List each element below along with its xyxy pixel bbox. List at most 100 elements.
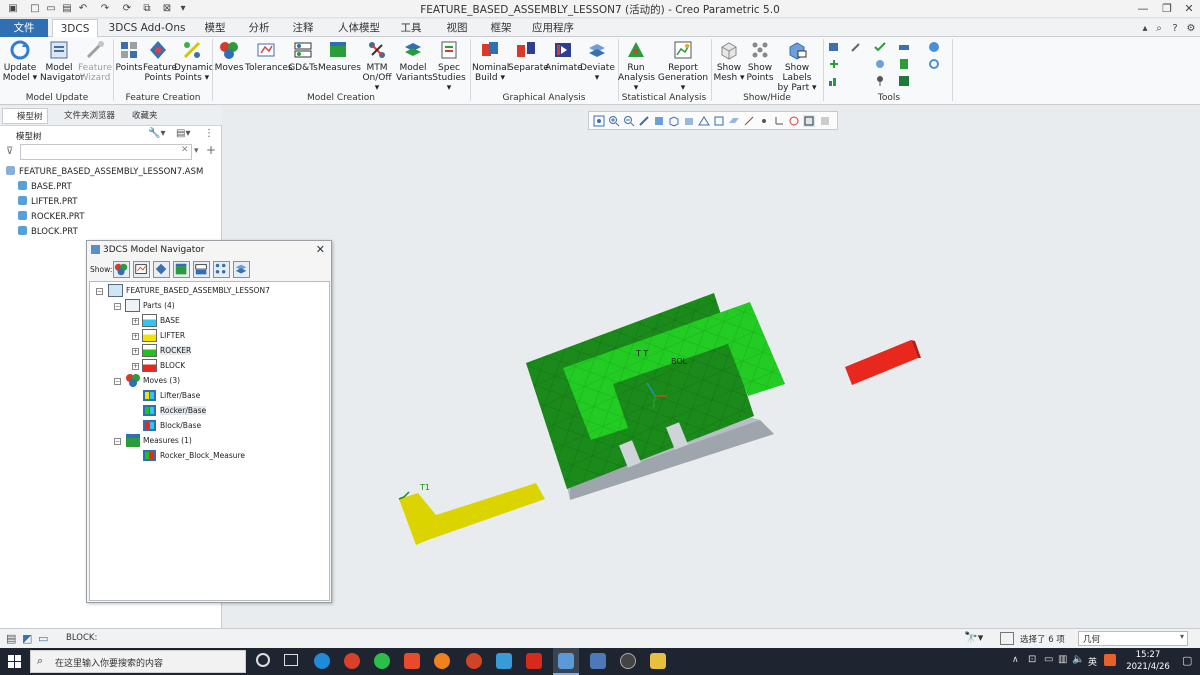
tab-folder-browser[interactable]: 文件夹浏览器 [50, 108, 116, 124]
edge-icon[interactable] [314, 653, 330, 669]
feature-points-button[interactable]: Feature Points [143, 39, 177, 83]
task-view-icon[interactable] [284, 654, 298, 666]
expand-part-toggle[interactable]: + [132, 333, 139, 340]
measures-group-label[interactable]: Measures (1) [143, 436, 192, 445]
remote-desktop-icon[interactable] [590, 653, 606, 669]
restore-button[interactable]: ❐ [1156, 1, 1178, 17]
plane-display-icon[interactable] [728, 115, 740, 127]
close-button[interactable]: ✕ [1178, 1, 1200, 17]
filter-icon[interactable]: ⊽ [6, 146, 13, 157]
cortana-icon[interactable] [256, 653, 270, 667]
tab-tools[interactable]: 工具 [394, 19, 428, 37]
tray-app-icon[interactable]: ⊡ [1028, 654, 1036, 665]
clock-date[interactable]: 2021/4/26 [1122, 662, 1174, 672]
report-generation-button[interactable]: Report Generation ▾ [657, 39, 709, 93]
tree-search-input[interactable] [20, 144, 192, 160]
tab-applications[interactable]: 应用程序 [528, 19, 578, 37]
expand-root-toggle[interactable]: − [96, 288, 103, 295]
tool-check-icon[interactable] [874, 41, 886, 53]
dynamic-points-button[interactable]: Dynamic Points ▾ [174, 39, 214, 83]
fullscreen-icon[interactable]: ▭ [38, 632, 48, 645]
tree-assembly-root[interactable]: FEATURE_BASED_ASSEMBLY_LESSON7.ASM [6, 166, 203, 177]
taskbar-search-box[interactable]: ⌕ 在这里输入你要搜索的内容 [30, 650, 246, 673]
part-node-lifter[interactable]: LIFTER [160, 331, 185, 340]
creo-icon[interactable] [558, 653, 574, 669]
tree-columns-icon[interactable]: ▤▾ [176, 128, 190, 139]
clear-search-icon[interactable]: ✕ [181, 145, 189, 155]
nominal-build-button[interactable]: Nominal Build ▾ [472, 39, 509, 83]
expand-parts-toggle[interactable]: − [114, 303, 121, 310]
csys-display-icon[interactable] [773, 115, 785, 127]
root-node-label[interactable]: FEATURE_BASED_ASSEMBLY_LESSON7 [126, 286, 270, 295]
show-points-filter-icon[interactable] [153, 261, 170, 278]
update-model-button[interactable]: Update Model ▾ [2, 39, 38, 83]
model-variants-button[interactable]: Model Variants [396, 39, 433, 83]
show-tolerances-filter-icon[interactable] [133, 261, 150, 278]
zoom-out-icon[interactable] [623, 115, 635, 127]
notifications-icon[interactable]: ▢ [1182, 654, 1192, 667]
expand-part-toggle[interactable]: + [132, 318, 139, 325]
move-node-block-base[interactable]: Block/Base [160, 421, 201, 430]
part-node-rocker[interactable]: ROCKER [160, 346, 192, 355]
expand-moves-toggle[interactable]: − [114, 378, 121, 385]
point-display-icon[interactable] [758, 115, 770, 127]
tab-model-tree[interactable]: 模型树 [2, 108, 48, 124]
feature-wizard-button[interactable]: Feature Wizard [78, 39, 112, 83]
moves-button[interactable]: Moves [214, 39, 244, 73]
move-node-rocker-base[interactable]: Rocker/Base [160, 406, 207, 415]
annotation-display-icon[interactable] [803, 115, 815, 127]
tab-file[interactable]: 文件 [0, 19, 48, 37]
tool-wrench-icon[interactable] [850, 41, 862, 53]
tab-favorites[interactable]: 收藏夹 [118, 108, 164, 124]
tab-analysis[interactable]: 分析 [242, 19, 276, 37]
display-toggle-icon[interactable] [819, 115, 831, 127]
points-button[interactable]: Points [114, 39, 144, 73]
tree-settings-icon[interactable]: 🔧▾ [148, 128, 165, 139]
view-manager-icon[interactable] [683, 115, 695, 127]
collapse-ribbon-icon[interactable]: ▴ [1138, 22, 1152, 35]
network-icon[interactable]: ▥ [1058, 654, 1067, 665]
tab-framework[interactable]: 框架 [484, 19, 518, 37]
browser-360-icon[interactable] [344, 653, 360, 669]
measures-button[interactable]: Measures [318, 39, 361, 73]
dialog-close-button[interactable]: ✕ [316, 243, 325, 256]
move-node-lifter-base[interactable]: Lifter/Base [160, 391, 200, 400]
acrobat-icon[interactable] [526, 653, 542, 669]
tree-more-icon[interactable]: ⋮ [204, 128, 214, 139]
block-part[interactable] [845, 340, 921, 385]
show-moves-filter-icon[interactable] [113, 261, 130, 278]
clock-time[interactable]: 15:27 [1126, 650, 1170, 660]
spec-studies-button[interactable]: Spec Studies ▾ [432, 39, 466, 93]
tool-pin-icon[interactable] [874, 75, 886, 87]
input-language[interactable]: 英 [1088, 655, 1097, 668]
selection-filter-dropdown[interactable]: 几何 ▾ [1078, 631, 1188, 646]
run-analysis-button[interactable]: Run Analysis ▾ [618, 39, 655, 93]
tree-part-rocker[interactable]: ROCKER.PRT [18, 211, 84, 222]
tool-refresh-icon[interactable] [928, 58, 940, 70]
tool-car-icon[interactable] [898, 41, 910, 53]
sogou-ime-icon[interactable] [1104, 654, 1116, 666]
search-command-icon[interactable]: ⌕ [1152, 22, 1166, 35]
lifter-part[interactable] [398, 483, 545, 545]
expand-measures-toggle[interactable]: − [114, 438, 121, 445]
mtm-onoff-button[interactable]: MTM On/Off ▾ [360, 39, 394, 93]
spin-center-icon[interactable] [788, 115, 800, 127]
tool-gear-icon[interactable] [874, 58, 886, 70]
tab-view[interactable]: 视图 [440, 19, 474, 37]
show-tree-icon[interactable]: ▤ [6, 632, 16, 645]
gdts-button[interactable]: GD&Ts [288, 39, 318, 73]
display-style-icon[interactable] [653, 115, 665, 127]
show-browser-icon[interactable]: ◩ [22, 632, 32, 645]
windows-start-icon[interactable] [8, 655, 21, 668]
tray-overflow-icon[interactable]: ∧ [1012, 655, 1019, 665]
expand-part-toggle[interactable]: + [132, 363, 139, 370]
tool-cube-icon[interactable] [828, 41, 840, 53]
tree-part-base[interactable]: BASE.PRT [18, 181, 72, 192]
add-filter-icon[interactable]: + [206, 143, 216, 157]
tree-part-block[interactable]: BLOCK.PRT [18, 226, 78, 237]
parts-group-label[interactable]: Parts (4) [143, 301, 175, 310]
model-navigator-button[interactable]: Model Navigator [40, 39, 84, 83]
show-labels-by-part-button[interactable]: Show Labels by Part ▾ [774, 39, 820, 93]
tab-human-model[interactable]: 人体模型 [334, 19, 384, 37]
model-3d-scene[interactable]: T T BOL T1 [223, 106, 1200, 628]
